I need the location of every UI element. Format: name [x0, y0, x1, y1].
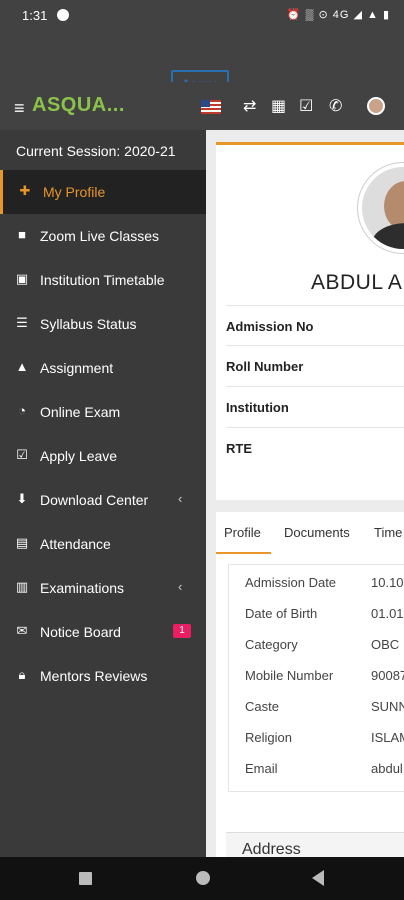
- sidebar-item-label: Zoom Live Classes: [40, 228, 160, 244]
- brand-title: ASQUA...: [32, 94, 125, 116]
- sidebar-item-apply-leave[interactable]: ☑ Apply Leave: [0, 434, 206, 478]
- chevron-left-icon: ‹: [178, 579, 183, 594]
- sidebar-item-attendance[interactable]: ▤ Attendance: [0, 522, 206, 566]
- flag-icon[interactable]: [201, 100, 221, 114]
- details-table: Admission Date 10.10 Date of Birth 01.01…: [228, 564, 404, 792]
- top-toolbar: ≡ ASQUA... ⇄ ▦ ☑ ✆: [0, 82, 404, 130]
- profile-row: Institution: [226, 386, 404, 426]
- tabs-card: Profile Documents Time Admission Date 10…: [216, 512, 404, 857]
- sidebar-item-label: Examinations: [40, 580, 125, 596]
- recent-apps-icon[interactable]: [79, 872, 92, 885]
- detail-value: 10.10: [371, 575, 404, 590]
- user-plus-icon: ✚: [19, 183, 31, 198]
- table-row: Category OBC: [245, 637, 399, 652]
- profile-photo: [358, 163, 404, 253]
- check-square-icon: ☑: [16, 447, 28, 462]
- profile-field-label: Admission No: [226, 319, 314, 334]
- calendar-check-icon: ▤: [15, 535, 29, 550]
- list-icon: ☰: [16, 315, 28, 330]
- system-nav-bar: [0, 857, 404, 900]
- detail-label: Mobile Number: [245, 668, 334, 683]
- profile-row: Admission No: [226, 305, 404, 345]
- detail-label: Caste: [245, 699, 279, 714]
- sidebar-item-label: Assignment: [40, 360, 114, 376]
- table-row: Admission Date 10.10: [245, 575, 404, 590]
- profile-row: RTE: [226, 427, 404, 467]
- sidebar-item-my-profile[interactable]: ✚ My Profile: [0, 170, 206, 214]
- sidebar-item-label: Apply Leave: [40, 448, 118, 464]
- detail-value: ISLAM: [371, 730, 404, 745]
- detail-label: Religion: [245, 730, 292, 745]
- swap-icon[interactable]: ⇄: [243, 96, 256, 116]
- whatsapp-icon[interactable]: ✆: [329, 96, 342, 116]
- sidebar-item-label: Download Center: [40, 492, 149, 508]
- logo-bar: Asqua: [0, 30, 404, 100]
- status-time: 1:31: [22, 8, 48, 23]
- sidebar-item-label: Syllabus Status: [40, 316, 137, 332]
- sidebar-item-syllabus-status[interactable]: ☰ Syllabus Status: [0, 302, 206, 346]
- sidebar-item-label: Online Exam: [40, 404, 121, 420]
- student-name: ABDUL AF: [311, 271, 404, 294]
- home-icon[interactable]: [196, 871, 210, 885]
- current-session: Current Session: 2020-21: [16, 143, 176, 159]
- sidebar-item-notice-board[interactable]: ✉ Notice Board 1: [0, 610, 206, 654]
- detail-label: Email: [245, 761, 278, 776]
- sidebar: Current Session: 2020-21 ✚ My Profile ■ …: [0, 130, 206, 857]
- table-row: Date of Birth 01.01: [245, 606, 404, 621]
- status-indicators: ⏰ ▒ ⊙ 4G ◢ ▲ ▮: [286, 9, 390, 21]
- sidebar-item-mentors-reviews[interactable]: 🔒︎ Mentors Reviews: [0, 654, 206, 698]
- sidebar-item-label: My Profile: [43, 184, 106, 200]
- map-icon: ▥: [15, 579, 29, 594]
- table-row: Religion ISLAM: [245, 730, 404, 745]
- sidebar-item-label: Attendance: [40, 536, 111, 552]
- rss-icon: ◔: [18, 403, 26, 418]
- lock-icon: 🔒︎: [18, 667, 26, 682]
- sidebar-item-download-center[interactable]: ⬇ Download Center ‹: [0, 478, 206, 522]
- download-icon: ⬇: [16, 491, 28, 506]
- sidebar-item-zoom-live-classes[interactable]: ■ Zoom Live Classes: [0, 214, 206, 258]
- address-heading: Address: [242, 841, 301, 857]
- detail-label: Admission Date: [245, 575, 337, 590]
- envelope-icon: ✉: [16, 623, 28, 638]
- sidebar-item-assignment[interactable]: ▲ Assignment: [0, 346, 206, 390]
- detail-value: abdul: [371, 761, 403, 776]
- profile-row: Roll Number: [226, 345, 404, 385]
- profile-field-label: Roll Number: [226, 359, 304, 374]
- table-row: Mobile Number 90087: [245, 668, 404, 683]
- sidebar-item-label: Notice Board: [40, 624, 121, 640]
- profile-field-label: RTE: [226, 441, 252, 456]
- calendar-icon: ▣: [15, 271, 29, 286]
- avatar[interactable]: [367, 97, 385, 115]
- sidebar-item-online-exam[interactable]: ◔ Online Exam: [0, 390, 206, 434]
- chevron-left-icon: ‹: [178, 491, 183, 506]
- notice-count-badge: 1: [173, 624, 191, 638]
- sidebar-item-label: Mentors Reviews: [40, 668, 148, 684]
- address-section: Address: [226, 832, 404, 857]
- table-row: Email abdul: [245, 761, 403, 776]
- sidebar-item-examinations[interactable]: ▥ Examinations ‹: [0, 566, 206, 610]
- video-icon: ■: [18, 227, 26, 242]
- tab-documents[interactable]: Documents: [284, 512, 350, 554]
- detail-value: 01.01: [371, 606, 404, 621]
- table-row: Caste SUNN: [245, 699, 404, 714]
- profile-field-label: Institution: [226, 400, 289, 415]
- profile-card: ABDUL AF Admission No Roll Number Instit…: [216, 142, 404, 500]
- calendar-icon[interactable]: ▦: [271, 96, 286, 116]
- detail-value: 90087: [371, 668, 404, 683]
- status-bar: 1:31 ⏰ ▒ ⊙ 4G ◢ ▲ ▮: [0, 0, 404, 30]
- back-icon[interactable]: [312, 870, 324, 886]
- tab-timeline[interactable]: Time: [374, 512, 402, 554]
- detail-value: SUNN: [371, 699, 404, 714]
- notification-dot-icon: [57, 9, 69, 21]
- detail-value: OBC: [371, 637, 400, 652]
- flask-icon: ▲: [15, 359, 29, 374]
- detail-label: Date of Birth: [245, 606, 318, 621]
- hamburger-menu-icon[interactable]: ≡: [14, 98, 25, 119]
- check-icon[interactable]: ☑: [299, 96, 313, 116]
- sidebar-item-institution-timetable[interactable]: ▣ Institution Timetable: [0, 258, 206, 302]
- tab-profile[interactable]: Profile: [216, 512, 271, 554]
- detail-label: Category: [245, 637, 298, 652]
- main-content: ABDUL AF Admission No Roll Number Instit…: [206, 130, 404, 857]
- sidebar-item-label: Institution Timetable: [40, 272, 165, 288]
